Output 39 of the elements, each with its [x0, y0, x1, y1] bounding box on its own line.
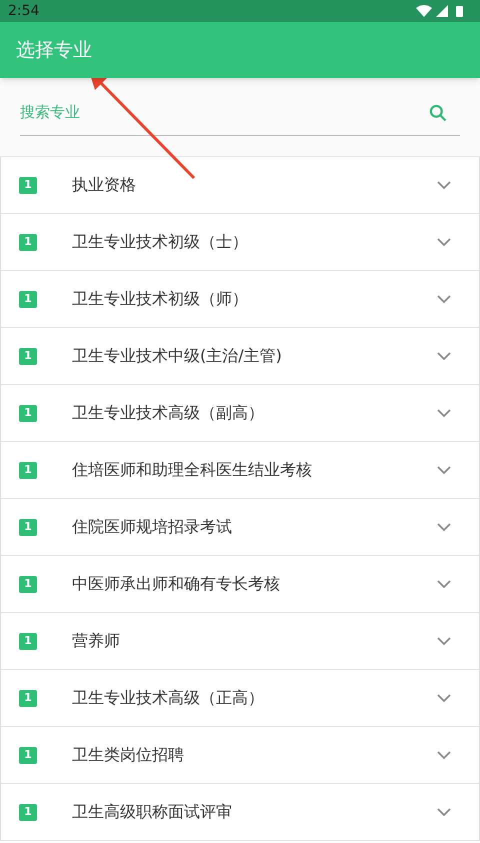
item-label: 卫生类岗位招聘 — [72, 744, 185, 766]
number-badge: 1 — [19, 518, 37, 536]
list-item[interactable]: 1 卫生类岗位招聘 — [1, 727, 479, 784]
list-item[interactable]: 1 卫生专业技术中级(主治/主管) — [1, 328, 479, 385]
item-label: 执业资格 — [72, 174, 137, 196]
item-label: 营养师 — [72, 630, 121, 652]
list-item[interactable]: 1 执业资格 — [1, 157, 479, 214]
list-item[interactable]: 1 卫生高级职称面试评审 — [1, 784, 479, 841]
search-icon[interactable] — [428, 102, 448, 122]
item-label: 住院医师规培招录考试 — [72, 516, 233, 538]
item-label: 卫生专业技术高级（正高） — [72, 687, 265, 709]
number-badge: 1 — [19, 690, 37, 706]
list-item[interactable]: 1 住培医师和助理全科医生结业考核 — [1, 442, 479, 499]
list-item[interactable]: 1 卫生专业技术初级（士） — [1, 214, 479, 271]
list-item[interactable]: 1 营养师 — [1, 613, 479, 670]
number-badge: 1 — [19, 176, 37, 194]
list-item[interactable]: 1 住院医师规培招录考试 — [1, 499, 479, 556]
item-label: 卫生专业技术初级（士） — [72, 231, 249, 253]
number-badge: 1 — [19, 290, 37, 308]
number-badge: 1 — [19, 804, 37, 820]
number-badge: 1 — [19, 462, 37, 478]
item-label: 中医师承出师和确有专长考核 — [72, 573, 281, 595]
item-label: 住培医师和助理全科医生结业考核 — [72, 459, 313, 481]
number-badge: 1 — [19, 746, 37, 764]
item-label: 卫生专业技术中级(主治/主管) — [72, 345, 283, 367]
number-badge: 1 — [19, 576, 37, 592]
app-bar-title: 选择专业 — [16, 38, 92, 63]
list-item[interactable]: 1 中医师承出师和确有专长考核 — [1, 556, 479, 613]
item-label: 卫生专业技术高级（副高） — [72, 402, 265, 424]
number-badge: 1 — [19, 234, 37, 250]
item-label: 卫生专业技术初级（师） — [72, 288, 249, 310]
number-badge: 1 — [19, 632, 37, 650]
number-badge: 1 — [19, 348, 37, 364]
list-item[interactable]: 1 卫生专业技术高级（正高） — [1, 670, 479, 727]
list-item[interactable]: 1 卫生专业技术高级（副高） — [1, 385, 479, 442]
list-item[interactable]: 1 卫生专业技术初级（师） — [1, 271, 479, 328]
status-time: 2:54 — [8, 2, 40, 20]
number-badge: 1 — [19, 404, 37, 422]
item-label: 卫生高级职称面试评审 — [72, 801, 233, 823]
